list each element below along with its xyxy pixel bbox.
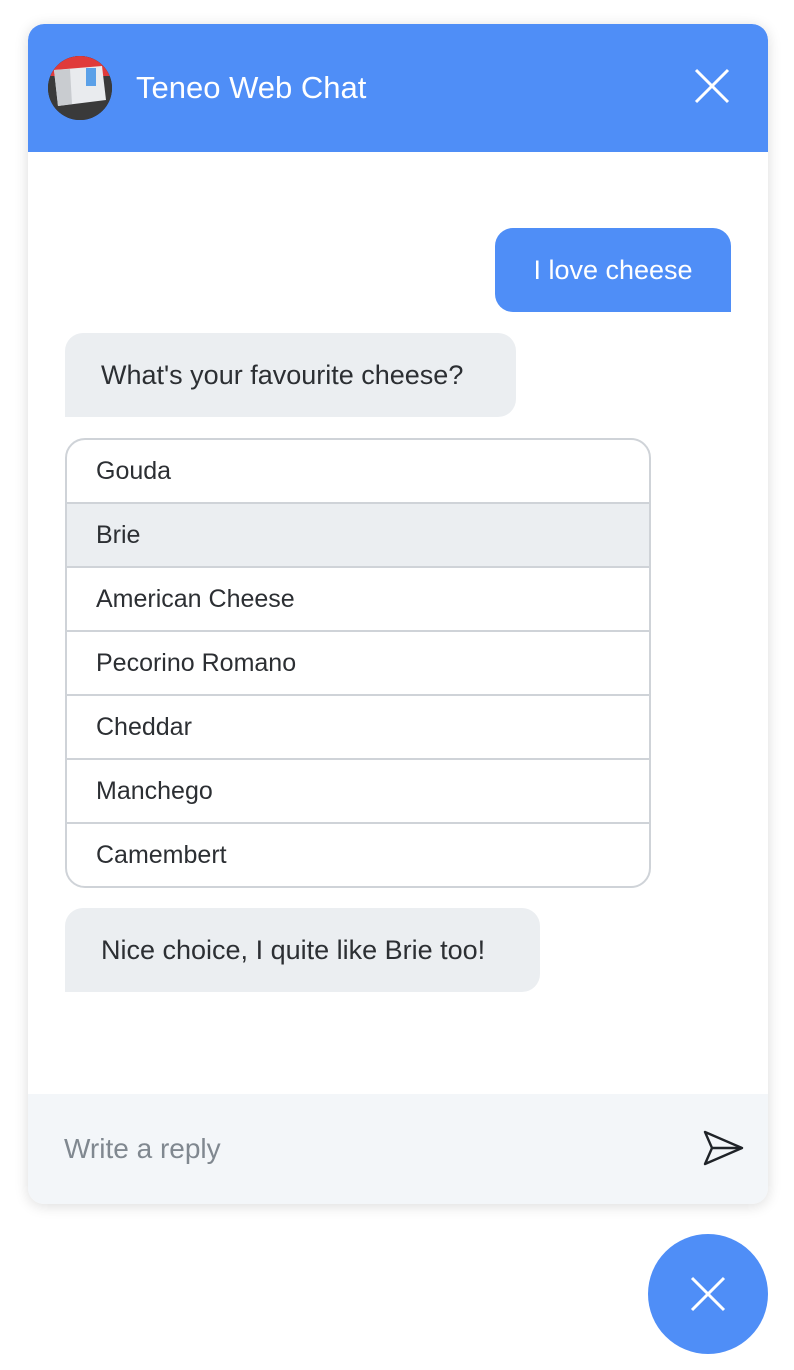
message-list: I love cheese What's your favourite chee… [28, 152, 768, 1094]
quick-reply-option-selected[interactable]: Brie [67, 502, 649, 566]
user-message: I love cheese [495, 228, 731, 312]
reply-input[interactable] [64, 1124, 664, 1174]
quick-reply-option[interactable]: Manchego [67, 758, 649, 822]
chat-launcher-button[interactable] [648, 1234, 768, 1354]
quick-reply-option[interactable]: American Cheese [67, 566, 649, 630]
send-icon[interactable] [702, 1128, 746, 1168]
chat-title: Teneo Web Chat [136, 70, 367, 105]
quick-reply-option[interactable]: Gouda [67, 440, 649, 502]
quick-reply-option[interactable]: Cheddar [67, 694, 649, 758]
bot-message: Nice choice, I quite like Brie too! [65, 908, 540, 992]
bot-message: What's your favourite cheese? [65, 333, 516, 417]
chat-window: Teneo Web Chat I love cheese What's your… [28, 24, 768, 1204]
quick-reply-option[interactable]: Pecorino Romano [67, 630, 649, 694]
close-icon [688, 1274, 728, 1314]
close-icon[interactable] [692, 66, 732, 106]
chat-header: Teneo Web Chat [28, 24, 768, 152]
reply-bar [28, 1094, 768, 1204]
quick-reply-option[interactable]: Camembert [67, 822, 649, 886]
brand-avatar-icon [48, 56, 112, 120]
quick-reply-list: Gouda Brie American Cheese Pecorino Roma… [65, 438, 651, 888]
